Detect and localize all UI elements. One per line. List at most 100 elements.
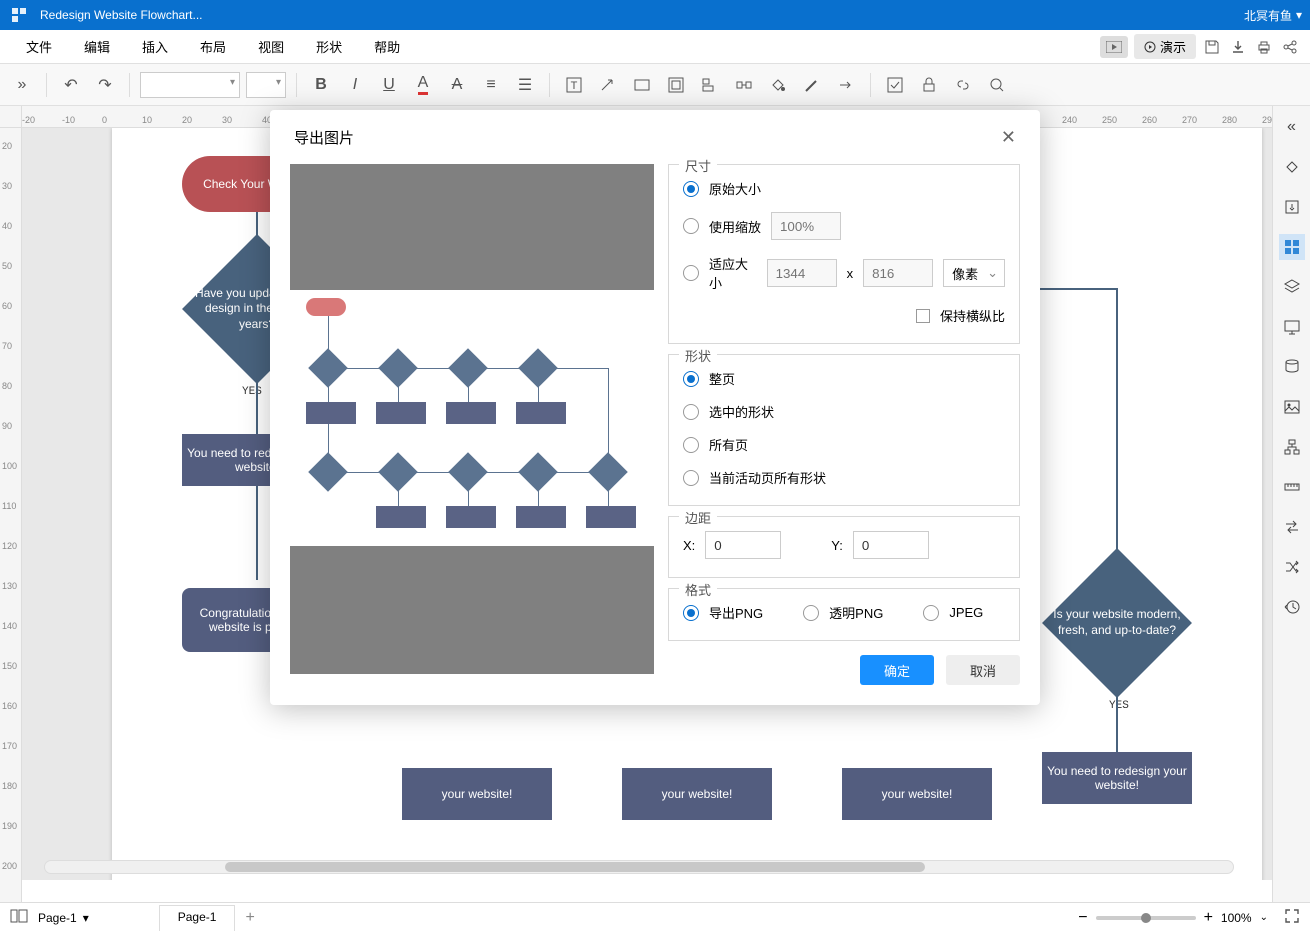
zoom-out-button[interactable]: − xyxy=(1078,909,1087,927)
ok-button[interactable]: 确定 xyxy=(860,655,934,685)
line-style-icon[interactable] xyxy=(798,71,826,99)
expand-panel-icon[interactable]: » xyxy=(8,71,36,99)
distribute-icon[interactable] xyxy=(730,71,758,99)
grid-panel-icon[interactable] xyxy=(1279,234,1305,260)
connector[interactable] xyxy=(256,364,258,434)
font-size-combo[interactable] xyxy=(246,72,286,98)
layers-panel-icon[interactable] xyxy=(1279,274,1305,300)
menu-shape[interactable]: 形状 xyxy=(300,37,358,56)
image-panel-icon[interactable] xyxy=(1279,394,1305,420)
undo-icon[interactable]: ↶ xyxy=(57,71,85,99)
lock-icon[interactable] xyxy=(915,71,943,99)
format-legend: 格式 xyxy=(679,580,717,599)
page-view-icon[interactable] xyxy=(10,909,28,926)
radio-active-page-shapes[interactable] xyxy=(683,470,699,486)
chevron-down-icon: ▾ xyxy=(1296,8,1302,22)
fill-panel-icon[interactable] xyxy=(1279,154,1305,180)
redo-icon[interactable]: ↷ xyxy=(91,71,119,99)
align-objects-icon[interactable] xyxy=(696,71,724,99)
radio-all-pages[interactable] xyxy=(683,437,699,453)
cancel-button[interactable]: 取消 xyxy=(946,655,1020,685)
share-icon[interactable] xyxy=(1280,37,1300,57)
close-icon[interactable]: ✕ xyxy=(1001,127,1016,148)
menu-insert[interactable]: 插入 xyxy=(126,37,184,56)
connector-icon[interactable] xyxy=(594,71,622,99)
radio-jpeg[interactable] xyxy=(923,605,939,621)
line-spacing-icon[interactable]: ☰ xyxy=(511,71,539,99)
zoom-in-button[interactable]: + xyxy=(1204,909,1213,927)
collapse-panel-icon[interactable]: « xyxy=(1279,114,1305,140)
connector[interactable] xyxy=(1116,678,1118,752)
download-icon[interactable] xyxy=(1228,37,1248,57)
print-icon[interactable] xyxy=(1254,37,1274,57)
present-button[interactable]: 演示 xyxy=(1134,34,1196,59)
menu-file[interactable]: 文件 xyxy=(10,37,68,56)
radio-whole-page[interactable] xyxy=(683,371,699,387)
unit-select[interactable]: 像素 xyxy=(943,259,1005,287)
fit-height-input[interactable] xyxy=(863,259,933,287)
history-panel-icon[interactable] xyxy=(1279,594,1305,620)
flowchart-process-5[interactable]: You need to redesign your website! xyxy=(1042,752,1192,804)
underline-icon[interactable]: U xyxy=(375,71,403,99)
container-icon[interactable] xyxy=(628,71,656,99)
user-menu[interactable]: 北冥有鱼 ▾ xyxy=(1244,7,1302,24)
flowchart-process[interactable]: your website! xyxy=(842,768,992,820)
swap-panel-icon[interactable] xyxy=(1279,514,1305,540)
statusbar: Page-1 ▾ Page-1 + − + 100%⌄ xyxy=(0,902,1310,932)
slider-thumb[interactable] xyxy=(1141,913,1151,923)
fit-width-input[interactable] xyxy=(767,259,837,287)
margin-x-input[interactable] xyxy=(705,531,781,559)
radio-fit-size[interactable] xyxy=(683,265,699,281)
arrow-style-icon[interactable] xyxy=(832,71,860,99)
ruler-vertical: 2030405060708090100110120130140150160170… xyxy=(0,128,22,902)
checklist-icon[interactable] xyxy=(881,71,909,99)
horizontal-scrollbar[interactable] xyxy=(44,860,1234,874)
presentation-panel-icon[interactable] xyxy=(1279,314,1305,340)
margin-x-label: X: xyxy=(683,538,695,553)
radio-export-png[interactable] xyxy=(683,605,699,621)
menu-layout[interactable]: 布局 xyxy=(184,37,242,56)
ruler-corner xyxy=(0,106,22,128)
page-tab[interactable]: Page-1 xyxy=(159,905,236,931)
radio-original-size[interactable] xyxy=(683,181,699,197)
radio-selected-shapes[interactable] xyxy=(683,404,699,420)
menu-view[interactable]: 视图 xyxy=(242,37,300,56)
connector[interactable] xyxy=(256,486,258,580)
save-icon[interactable] xyxy=(1202,37,1222,57)
zoom-value[interactable]: 100% xyxy=(1221,911,1252,925)
flowchart-decision-5[interactable]: Is your website modern, fresh, and up-to… xyxy=(1042,568,1192,678)
zoom-slider[interactable] xyxy=(1096,916,1196,920)
fullscreen-icon[interactable] xyxy=(1284,908,1300,927)
page-selector[interactable]: Page-1 ▾ xyxy=(38,911,89,925)
radio-transparent-png[interactable] xyxy=(803,605,819,621)
italic-icon[interactable]: I xyxy=(341,71,369,99)
font-color-icon[interactable]: A xyxy=(409,71,437,99)
connector[interactable] xyxy=(1116,288,1118,568)
margin-y-input[interactable] xyxy=(853,531,929,559)
measure-panel-icon[interactable] xyxy=(1279,474,1305,500)
flowchart-process[interactable]: your website! xyxy=(622,768,772,820)
fill-icon[interactable] xyxy=(764,71,792,99)
scale-input[interactable] xyxy=(771,212,841,240)
link-icon[interactable] xyxy=(949,71,977,99)
export-panel-icon[interactable] xyxy=(1279,194,1305,220)
add-page-button[interactable]: + xyxy=(235,905,264,931)
radio-use-scale[interactable] xyxy=(683,218,699,234)
strikethrough-icon[interactable]: A xyxy=(443,71,471,99)
scrollbar-thumb[interactable] xyxy=(225,862,925,872)
data-panel-icon[interactable] xyxy=(1279,354,1305,380)
menu-edit[interactable]: 编辑 xyxy=(68,37,126,56)
text-box-icon[interactable]: T xyxy=(560,71,588,99)
dialog-title: 导出图片 xyxy=(294,127,354,148)
bold-icon[interactable]: B xyxy=(307,71,335,99)
random-panel-icon[interactable] xyxy=(1279,554,1305,580)
sitemap-panel-icon[interactable] xyxy=(1279,434,1305,460)
menu-help[interactable]: 帮助 xyxy=(358,37,416,56)
slideshow-icon[interactable] xyxy=(1100,36,1128,58)
font-family-combo[interactable] xyxy=(140,72,240,98)
container2-icon[interactable] xyxy=(662,71,690,99)
keep-ratio-checkbox[interactable] xyxy=(916,309,930,323)
search-icon[interactable] xyxy=(983,71,1011,99)
flowchart-process[interactable]: your website! xyxy=(402,768,552,820)
align-icon[interactable]: ≡ xyxy=(477,71,505,99)
